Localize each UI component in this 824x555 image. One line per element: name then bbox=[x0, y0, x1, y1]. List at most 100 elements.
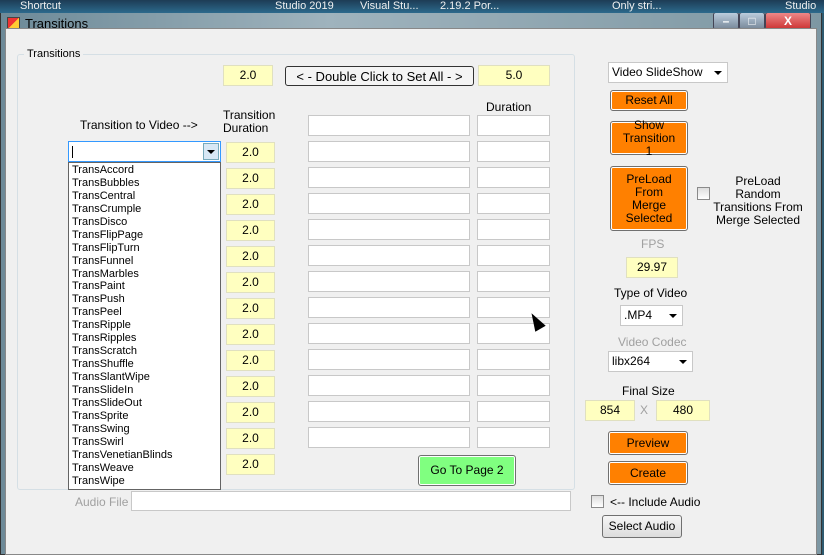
video-codec-select[interactable]: libx264 bbox=[608, 351, 693, 372]
duration-input[interactable] bbox=[477, 193, 550, 214]
dropdown-item[interactable]: TransWeave bbox=[69, 462, 220, 475]
dropdown-item[interactable]: TransMarbles bbox=[69, 268, 220, 281]
dropdown-item[interactable]: TransShuffle bbox=[69, 358, 220, 371]
final-size-label: Final Size bbox=[622, 384, 675, 398]
transition-name-input[interactable] bbox=[308, 297, 470, 318]
audio-file-input[interactable] bbox=[131, 491, 571, 511]
set-all-button[interactable]: < - Double Click to Set All - > bbox=[285, 66, 474, 86]
transition-name-input[interactable] bbox=[308, 401, 470, 422]
transition-dropdown-list[interactable]: TransAccord TransBubbles TransCentral Trans… bbox=[68, 162, 221, 490]
set-all-duration[interactable]: 2.0 bbox=[223, 65, 273, 86]
dropdown-item[interactable]: TransPaint bbox=[69, 280, 220, 293]
chevron-down-icon bbox=[669, 314, 677, 318]
transition-duration-input[interactable]: 2.0 bbox=[226, 402, 275, 423]
preload-button[interactable]: PreLoad From Merge Selected bbox=[610, 166, 688, 231]
video-type-select[interactable]: .MP4 bbox=[620, 305, 683, 326]
dropdown-item[interactable]: TransDisco bbox=[69, 216, 220, 229]
transition-duration-input[interactable]: 2.0 bbox=[226, 220, 275, 241]
duration-input[interactable] bbox=[477, 271, 550, 292]
dropdown-item[interactable]: TransBubbles bbox=[69, 177, 220, 190]
duration-input[interactable] bbox=[477, 167, 550, 188]
transition-name-input[interactable] bbox=[308, 375, 470, 396]
duration-input[interactable] bbox=[477, 219, 550, 240]
fps-label: FPS bbox=[641, 237, 665, 251]
dropdown-item[interactable]: TransSlideOut bbox=[69, 397, 220, 410]
taskbar-item[interactable]: Studio bbox=[785, 0, 816, 13]
dropdown-item[interactable]: TransPeel bbox=[69, 306, 220, 319]
taskbar-item[interactable]: Only stri... bbox=[612, 0, 662, 13]
transition-combobox[interactable] bbox=[68, 141, 221, 162]
include-audio-checkbox[interactable] bbox=[591, 495, 604, 508]
transition-duration-label: Transition Duration bbox=[223, 108, 276, 135]
fps-input[interactable]: 29.97 bbox=[626, 257, 678, 278]
transition-duration-input[interactable]: 2.0 bbox=[226, 142, 275, 163]
dropdown-item[interactable]: TransAccord bbox=[69, 164, 220, 177]
dropdown-item[interactable]: TransCentral bbox=[69, 190, 220, 203]
preview-button[interactable]: Preview bbox=[608, 431, 688, 455]
dropdown-item[interactable]: TransSlantWipe bbox=[69, 371, 220, 384]
duration-input[interactable] bbox=[477, 115, 550, 136]
transition-name-input[interactable] bbox=[308, 115, 470, 136]
dropdown-item[interactable]: TransFlipPage bbox=[69, 229, 220, 242]
transition-duration-input[interactable]: 2.0 bbox=[226, 168, 275, 189]
dropdown-item[interactable]: TransSwing bbox=[69, 423, 220, 436]
transition-name-input[interactable] bbox=[308, 219, 470, 240]
transition-duration-input[interactable]: 2.0 bbox=[226, 350, 275, 371]
taskbar-item[interactable]: Studio 2019 bbox=[275, 0, 334, 13]
transition-duration-input[interactable]: 2.0 bbox=[226, 428, 275, 449]
taskbar-item[interactable]: 2.19.2 Por... bbox=[440, 0, 499, 13]
transition-name-input[interactable] bbox=[308, 167, 470, 188]
set-all-duration2[interactable]: 5.0 bbox=[478, 65, 550, 86]
transition-name-input[interactable] bbox=[308, 271, 470, 292]
transition-duration-input[interactable]: 2.0 bbox=[226, 298, 275, 319]
taskbar-item[interactable]: Visual Stu... bbox=[360, 0, 419, 13]
dropdown-item[interactable]: TransRipples bbox=[69, 332, 220, 345]
duration-input[interactable] bbox=[477, 401, 550, 422]
transition-name-input[interactable] bbox=[308, 141, 470, 162]
dropdown-item[interactable]: TransCrumple bbox=[69, 203, 220, 216]
mode-value: Video SlideShow bbox=[612, 65, 703, 79]
preload-random-checkbox[interactable] bbox=[697, 187, 710, 200]
dropdown-item[interactable]: TransSwirl bbox=[69, 436, 220, 449]
transition-duration-input[interactable]: 2.0 bbox=[226, 324, 275, 345]
show-transition-button[interactable]: Show Transition 1 bbox=[610, 118, 688, 157]
dropdown-item[interactable]: TransWipe bbox=[69, 475, 220, 488]
go-to-page-2-button[interactable]: Go To Page 2 bbox=[418, 455, 516, 486]
reset-all-button[interactable]: Reset All bbox=[610, 90, 688, 111]
transition-name-input[interactable] bbox=[308, 349, 470, 370]
video-codec-value: libx264 bbox=[612, 354, 651, 368]
transition-name-input[interactable] bbox=[308, 193, 470, 214]
width-input[interactable]: 854 bbox=[585, 400, 635, 421]
taskbar-item[interactable]: Shortcut bbox=[20, 0, 61, 13]
transition-duration-input[interactable]: 2.0 bbox=[226, 194, 275, 215]
transition-name-input[interactable] bbox=[308, 427, 470, 448]
video-codec-label: Video Codec bbox=[618, 335, 687, 349]
dropdown-item[interactable]: TransScratch bbox=[69, 345, 220, 358]
size-x-label: X bbox=[640, 403, 649, 417]
dropdown-item[interactable]: TransFunnel bbox=[69, 255, 220, 268]
dropdown-item[interactable]: TransFlipTurn bbox=[69, 242, 220, 255]
duration-input[interactable] bbox=[477, 427, 550, 448]
video-type-value: .MP4 bbox=[624, 308, 653, 322]
dropdown-item[interactable]: TransSprite bbox=[69, 410, 220, 423]
select-audio-button[interactable]: Select Audio bbox=[602, 515, 682, 538]
duration-input[interactable] bbox=[477, 375, 550, 396]
create-button[interactable]: Create bbox=[608, 461, 688, 485]
transition-name-input[interactable] bbox=[308, 245, 470, 266]
dropdown-item[interactable]: TransSlideIn bbox=[69, 384, 220, 397]
dropdown-item[interactable]: TransRipple bbox=[69, 319, 220, 332]
transition-name-input[interactable] bbox=[308, 323, 470, 344]
duration-input[interactable] bbox=[477, 349, 550, 370]
duration-input[interactable] bbox=[477, 245, 550, 266]
mode-select[interactable]: Video SlideShow bbox=[608, 62, 728, 83]
dropdown-item[interactable]: TransVenetianBlinds bbox=[69, 449, 220, 462]
height-input[interactable]: 480 bbox=[656, 400, 710, 421]
chevron-down-icon bbox=[714, 71, 722, 75]
transition-to-video-label: Transition to Video --> bbox=[80, 118, 198, 132]
transition-duration-input[interactable]: 2.0 bbox=[226, 376, 275, 397]
duration-input[interactable] bbox=[477, 141, 550, 162]
transition-duration-input[interactable]: 2.0 bbox=[226, 246, 275, 267]
transition-duration-input[interactable]: 2.0 bbox=[226, 454, 275, 475]
transition-duration-input[interactable]: 2.0 bbox=[226, 272, 275, 293]
dropdown-item[interactable]: TransPush bbox=[69, 293, 220, 306]
